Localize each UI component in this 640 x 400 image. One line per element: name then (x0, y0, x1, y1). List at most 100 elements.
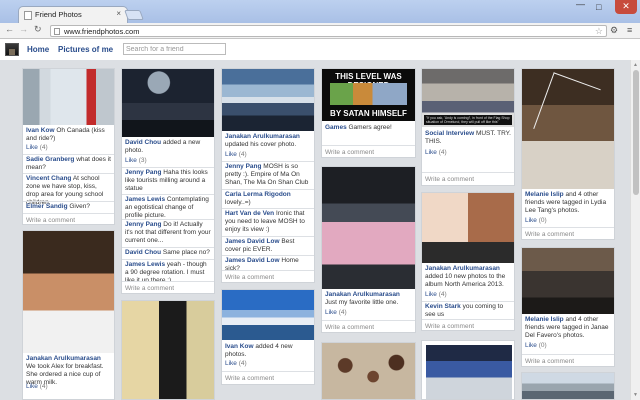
photo[interactable] (23, 69, 114, 125)
like-link[interactable]: Like (0) (525, 342, 547, 349)
comment-input[interactable]: Write a comment (422, 319, 514, 330)
comment: James David Low Best cover pic EVER. (225, 238, 295, 253)
photo-caption: Melanie Islip and 4 other friends were t… (525, 316, 609, 339)
photo-caption: Games Gamers agree! (325, 124, 392, 131)
address-bar[interactable]: www.friendphotos.com ☆ (50, 25, 607, 37)
extension-icon[interactable]: ⚙ (610, 25, 618, 36)
like-link[interactable]: Like (0) (525, 217, 547, 224)
photo[interactable] (522, 373, 614, 399)
comment-input[interactable]: Write a comment (122, 281, 214, 293)
photo-card: Janakan Arulkumarasan updated his cover … (221, 68, 315, 283)
comment-input[interactable]: Write a comment (522, 227, 614, 239)
comment: Jenny Pang MOSH is so pretty :). Empire … (225, 163, 309, 186)
photo-caption: Ivan Kow Oh Canada (kiss and ride?) (26, 127, 105, 142)
close-window-icon[interactable]: ✕ (615, 0, 637, 14)
photo-caption: Janakan Arulkumarasan added 10 new photo… (425, 265, 506, 288)
scroll-up-icon[interactable]: ▲ (633, 62, 638, 68)
comment-input[interactable]: Write a comment (522, 354, 614, 366)
meme-image (330, 83, 407, 105)
like-link[interactable]: Like (4) (425, 149, 447, 156)
photo-card: Ivan Kow added 4 new photos. Like (4) Wr… (221, 289, 315, 385)
photo-card: Janakan Arulkumarasan We took Alex for b… (22, 230, 115, 400)
photo[interactable] (23, 231, 114, 353)
menu-icon[interactable]: ≡ (627, 25, 632, 35)
comment-input[interactable]: Write a comment (222, 270, 314, 282)
minimize-icon[interactable]: — (576, 0, 585, 9)
photo-card: David Chou added a new photo. Like (3) J… (121, 68, 215, 294)
photo-card: "If you ask, 'Andy is coming!', in front… (421, 68, 515, 186)
photo-caption: Janakan Arulkumarasan Just my favorite l… (325, 291, 400, 306)
photo[interactable] (222, 69, 314, 131)
bookmark-star-icon[interactable]: ☆ (595, 26, 603, 37)
close-tab-icon[interactable]: × (116, 9, 121, 18)
photo[interactable] (522, 69, 614, 189)
comment: David Chou Same place no? (125, 249, 210, 256)
like-link[interactable]: Like (4) (325, 309, 347, 316)
photo-feed: Ivan Kow Oh Canada (kiss and ride?) Like… (0, 60, 630, 400)
photo[interactable] (322, 343, 415, 399)
comment: Hart Van de Ven Ironic that you need to … (225, 210, 305, 233)
nav-home-link[interactable]: Home (27, 45, 49, 54)
scroll-down-icon[interactable]: ▼ (633, 392, 638, 398)
like-link[interactable]: Like (4) (26, 383, 48, 390)
like-link[interactable]: Like (4) (225, 360, 247, 367)
back-arrow-icon[interactable]: ← (5, 24, 14, 34)
comment: Kevin Stark you coming to see us (425, 303, 504, 318)
photo-caption: David Chou added a new photo. (125, 139, 201, 154)
comment: James Lewis Contemplating an egotistical… (125, 196, 209, 219)
photo-card (121, 300, 215, 400)
site-header: Home Pictures of me (0, 40, 640, 59)
maximize-icon[interactable]: □ (596, 2, 601, 12)
photo-card: Melanie Islip and 4 other friends were t… (521, 68, 615, 240)
photo[interactable] (522, 248, 614, 314)
comment: Carla Lerma Rigodon lovely..=) (225, 191, 291, 206)
browser-titlebar: Friend Photos × — □ ✕ (0, 0, 640, 23)
photo-caption: Ivan Kow added 4 new photos. (225, 343, 293, 358)
browser-tab[interactable]: Friend Photos × (18, 6, 128, 23)
photo[interactable] (222, 290, 314, 340)
meme-bottom-text: BY SATAN HIMSELF (330, 109, 407, 118)
photo-card (421, 340, 515, 400)
photo-caption-overlay: "If you ask, 'Andy is coming!', in front… (424, 115, 512, 125)
photo[interactable] (122, 301, 214, 399)
scrollbar[interactable]: ▲ ▼ (630, 60, 640, 400)
like-link[interactable]: Like (4) (225, 151, 247, 158)
profile-avatar[interactable] (5, 43, 19, 56)
photo-card: Ivan Kow Oh Canada (kiss and ride?) Like… (22, 68, 115, 225)
like-link[interactable]: Like (3) (125, 157, 147, 164)
like-link[interactable]: Like (4) (26, 144, 48, 151)
tab-title: Friend Photos (35, 10, 82, 19)
photo-card: Janakan Arulkumarasan added 10 new photo… (421, 192, 515, 331)
photo[interactable] (422, 193, 514, 263)
like-link[interactable]: Like (4) (425, 291, 447, 298)
photo-card: Janakan Arulkumarasan Just my favorite l… (321, 166, 416, 333)
photo[interactable]: "If you ask, 'Andy is coming!', in front… (422, 69, 514, 127)
comment: Jenny Pang Do it! Actually it's not that… (125, 221, 211, 244)
comment-input[interactable]: Write a comment (322, 145, 415, 157)
photo-card: Melanie Islip and 4 other friends were t… (521, 247, 615, 367)
comment-input[interactable]: Write a comment (222, 371, 314, 383)
new-tab-button[interactable] (124, 10, 144, 20)
photo-card: THIS LEVEL WAS DESIGNED BY SATAN HIMSELF… (321, 68, 416, 158)
browser-toolbar: ← → ↻ www.friendphotos.com ☆ ⚙ ≡ (0, 23, 640, 39)
page-icon (54, 28, 60, 35)
photo-caption: Social Interview MUST. TRY. THIS. (425, 130, 511, 145)
reload-icon[interactable]: ↻ (34, 24, 42, 35)
scroll-thumb[interactable] (633, 70, 639, 195)
comment-input[interactable]: Write a comment (322, 320, 415, 332)
url-text: www.friendphotos.com (64, 27, 140, 36)
photo[interactable] (426, 345, 512, 399)
photo-caption: Melanie Islip and 4 other friends were t… (525, 191, 607, 214)
search-input[interactable] (123, 43, 226, 55)
comment-input[interactable]: Write a comment (422, 172, 514, 184)
nav-pictures-link[interactable]: Pictures of me (58, 45, 113, 54)
photo-card (521, 372, 615, 400)
comment: Jenny Pang Haha this looks like tourists… (125, 169, 208, 192)
comment-input[interactable]: Write a comment (23, 213, 114, 224)
forward-arrow-icon[interactable]: → (19, 24, 28, 34)
photo-card (321, 342, 416, 400)
photo[interactable] (322, 167, 415, 289)
comment: Sadie Granberg what does it mean? (26, 156, 111, 171)
photo[interactable] (122, 69, 214, 137)
photo[interactable]: THIS LEVEL WAS DESIGNED BY SATAN HIMSELF (322, 69, 415, 121)
